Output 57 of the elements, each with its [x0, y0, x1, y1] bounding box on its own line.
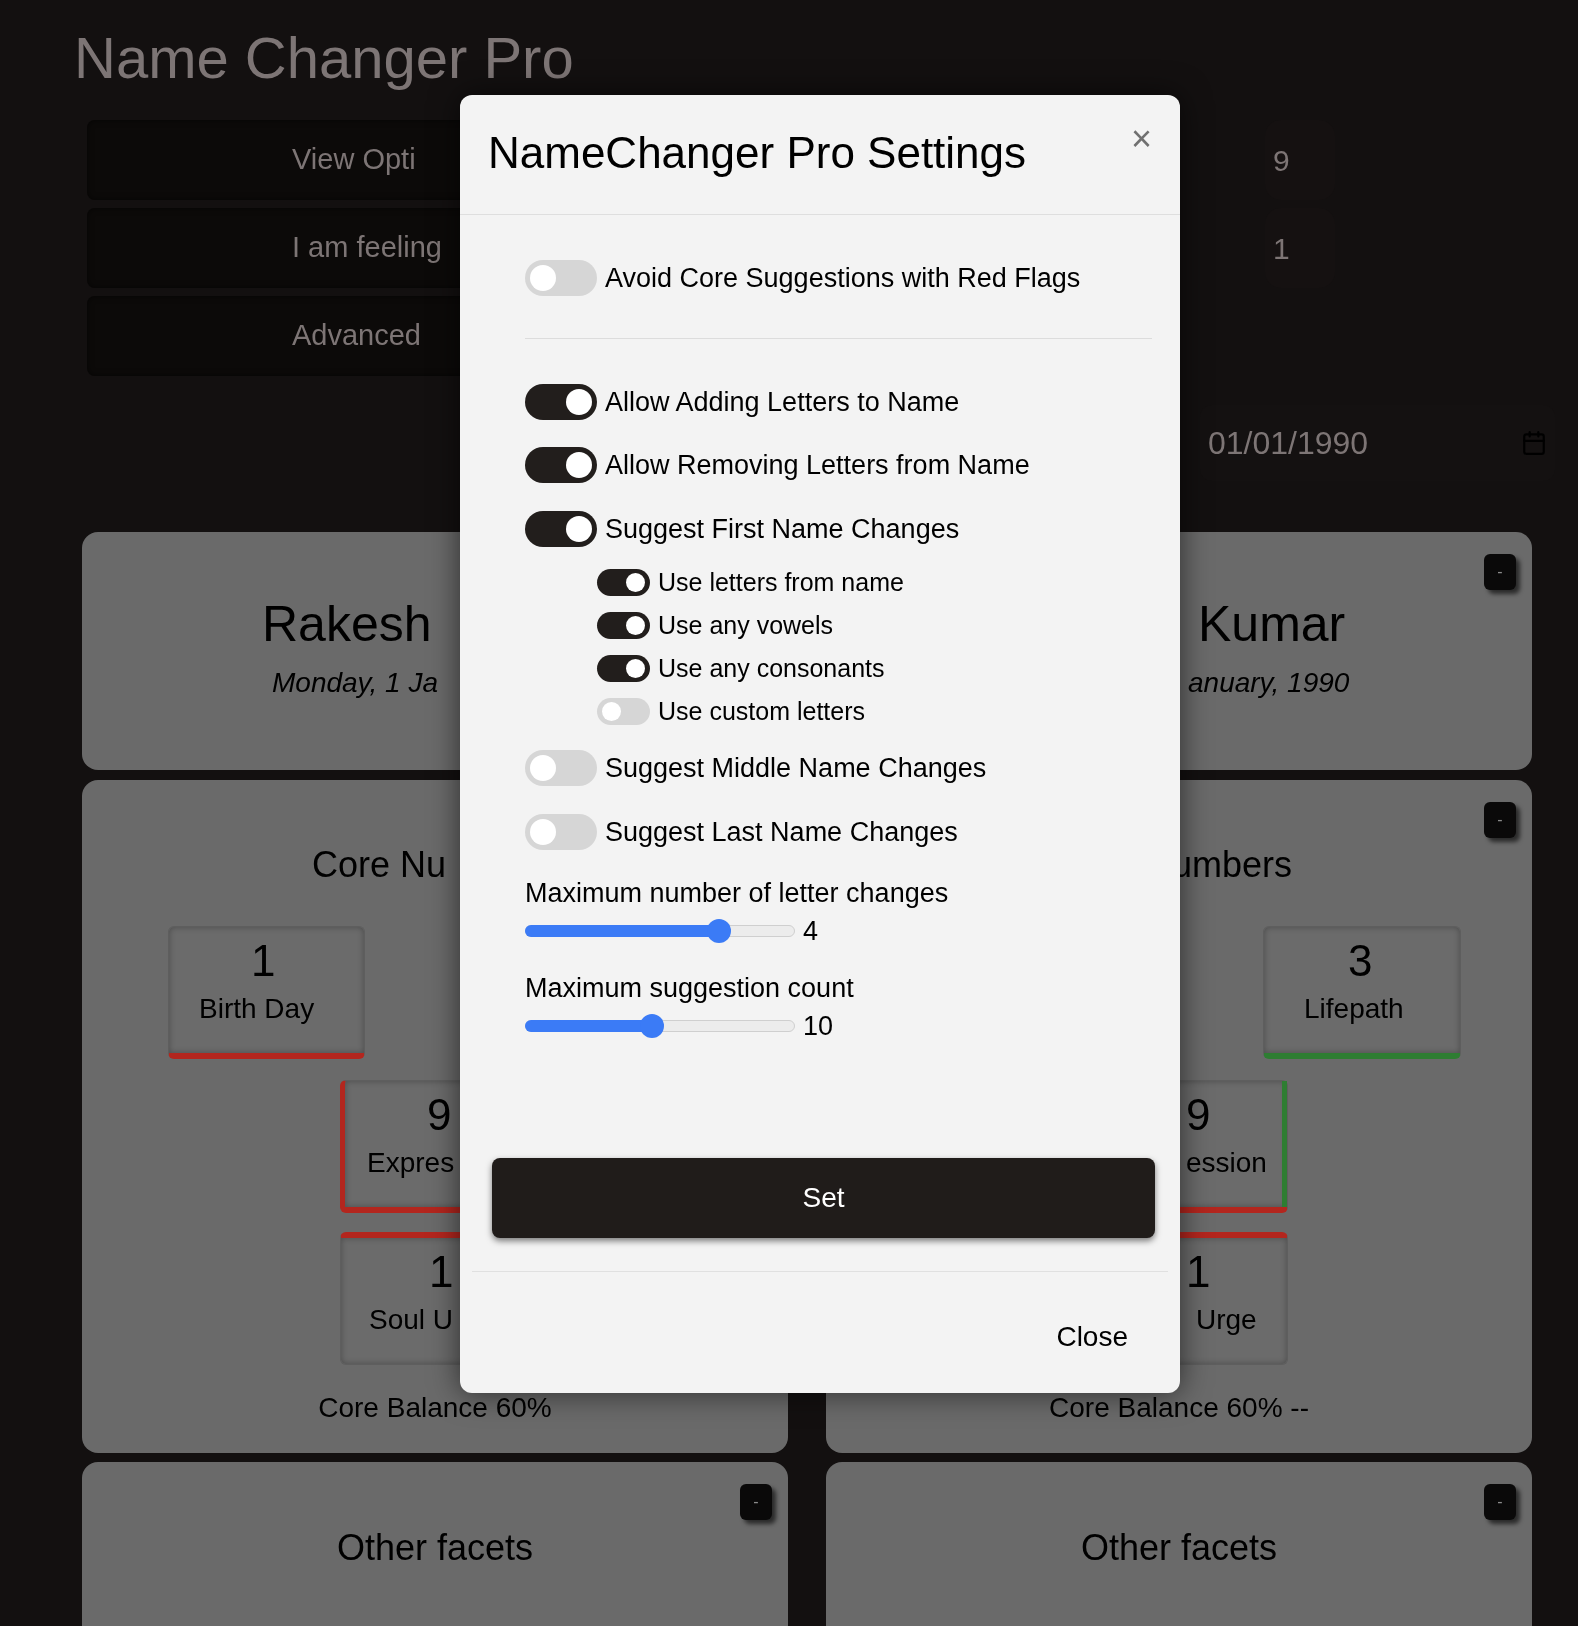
number-value: 1 — [428, 1246, 455, 1298]
number-label: Lifepath — [1303, 992, 1405, 1026]
option-label: Allow Removing Letters from Name — [605, 449, 1030, 482]
toggle-switch[interactable] — [525, 260, 597, 297]
toggle-switch[interactable] — [525, 750, 597, 787]
number-label: Soul U — [368, 1303, 455, 1337]
number-label: ession — [1185, 1146, 1268, 1180]
option-label: Allow Adding Letters to Name — [605, 385, 960, 419]
dialog-title: NameChanger Pro Settings — [488, 127, 1027, 179]
collapse-button[interactable]: - — [740, 1484, 772, 1520]
slider-thumb[interactable] — [639, 1014, 664, 1038]
card-title: Other facets — [1080, 1526, 1278, 1570]
core-balance: Core Balance 60% -- — [1049, 1391, 1309, 1425]
option-label: Use any vowels — [658, 612, 834, 639]
toggle-switch[interactable] — [597, 612, 650, 639]
birth-date: Monday, 1 Ja — [272, 666, 439, 700]
toggle-switch[interactable] — [525, 447, 597, 484]
collapse-button[interactable]: - — [1484, 1484, 1516, 1520]
number-value: 9 — [426, 1089, 453, 1141]
number-label: Expres — [366, 1146, 456, 1180]
close-button[interactable]: × — [1130, 121, 1152, 157]
core-balance: Core Balance 60% — [318, 1391, 552, 1425]
slider-label: Maximum number of letter changes — [525, 877, 950, 909]
option-label: Suggest Last Name Changes — [605, 815, 958, 849]
toggle-switch[interactable] — [525, 510, 597, 547]
number-value: 1 — [1185, 1246, 1212, 1298]
option-label: Suggest First Name Changes — [605, 512, 960, 546]
birth-date: anuary, 1990 — [1188, 666, 1350, 700]
toggle-switch[interactable] — [525, 813, 597, 850]
slider-value: 4 — [803, 914, 819, 948]
slider-label: Maximum suggestion count — [525, 972, 855, 1004]
option-label: Avoid Core Suggestions with Red Flags — [605, 262, 1081, 295]
toggle-switch[interactable] — [597, 569, 650, 596]
card-title: Other facets — [336, 1526, 534, 1570]
option-label: Suggest Middle Name Changes — [605, 752, 987, 785]
number-value: 3 — [1347, 935, 1374, 987]
slider-thumb[interactable] — [707, 919, 732, 943]
toggle-switch[interactable] — [597, 698, 650, 725]
close-button[interactable]: Close — [1056, 1316, 1128, 1358]
person-name: Rakesh — [262, 595, 432, 654]
toggle-switch[interactable] — [525, 383, 597, 420]
option-label: Use any consonants — [658, 655, 885, 682]
toggle-switch[interactable] — [597, 655, 650, 682]
app-title: Name Changer Pro — [74, 24, 575, 92]
person-name: Kumar — [1198, 595, 1346, 654]
collapse-button[interactable]: - — [1484, 802, 1516, 838]
number-label: Birth Day — [198, 992, 316, 1026]
slider-track[interactable] — [525, 1014, 795, 1038]
number-value: 1 — [250, 935, 277, 987]
slider-track[interactable] — [525, 919, 795, 943]
set-button[interactable]: Set — [492, 1158, 1155, 1238]
option-label: Use letters from name — [658, 569, 904, 596]
number-value: 9 — [1185, 1089, 1212, 1141]
option-label: Use custom letters — [658, 698, 865, 725]
card-title: Core Nu — [312, 843, 448, 887]
collapse-button[interactable]: - — [1484, 554, 1516, 590]
slider-value: 10 — [803, 1009, 834, 1043]
